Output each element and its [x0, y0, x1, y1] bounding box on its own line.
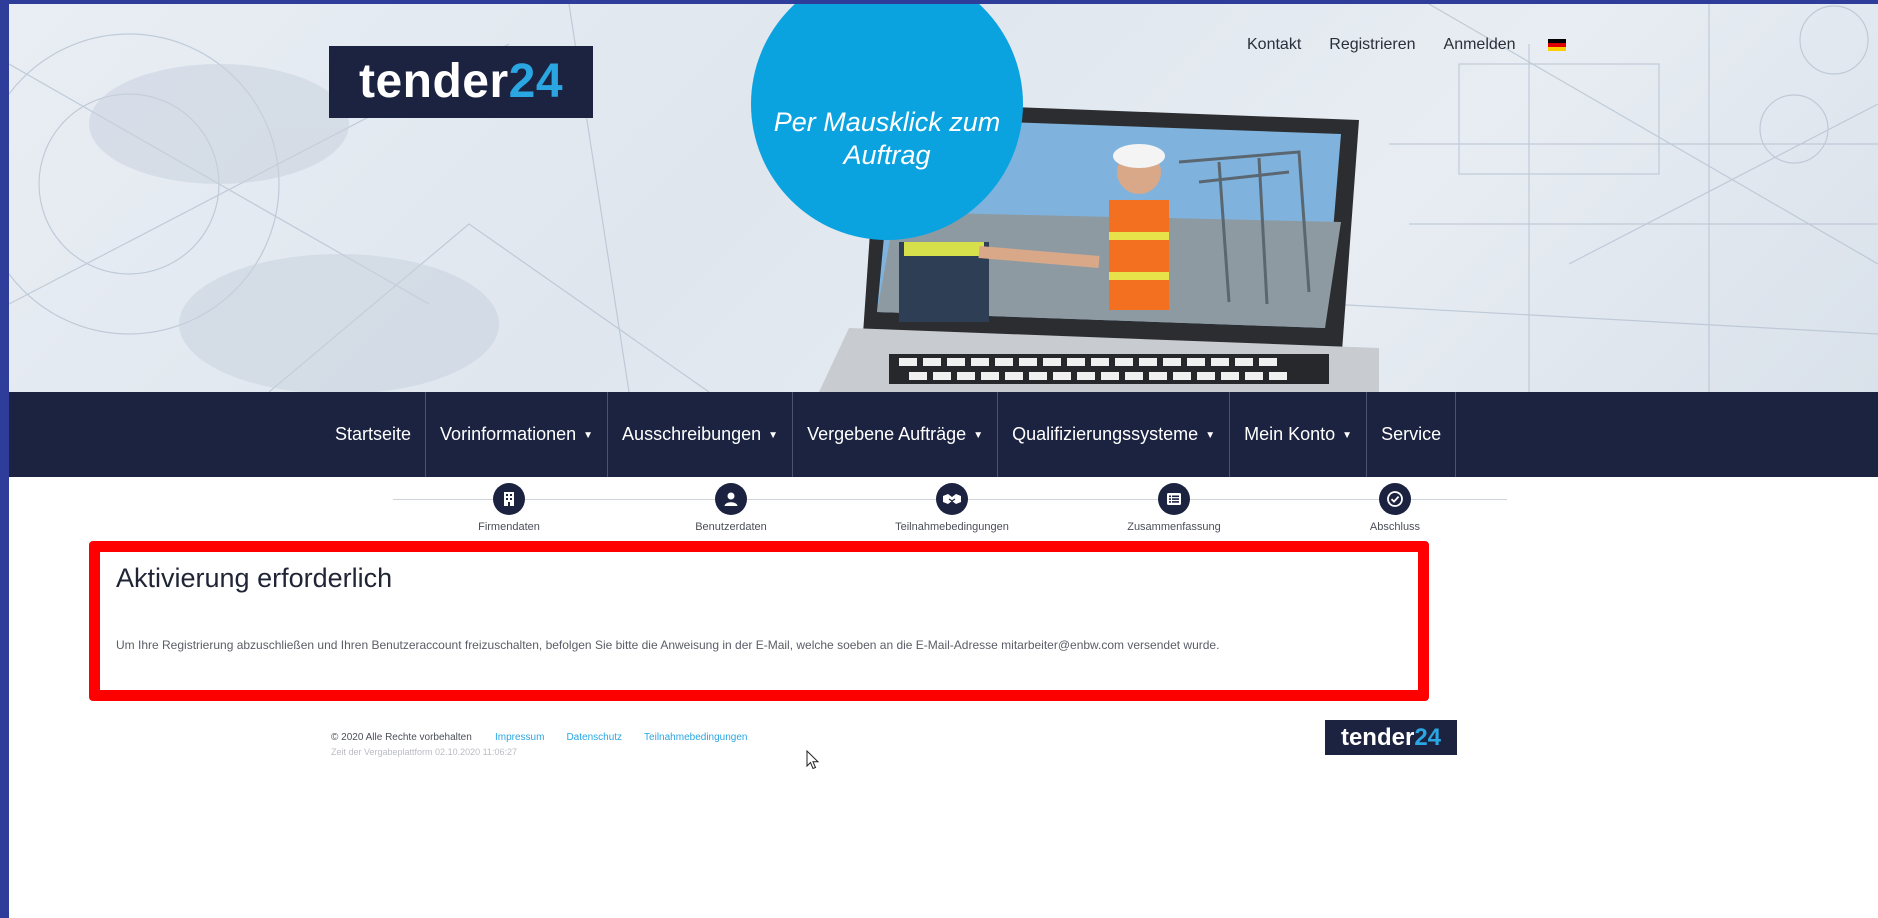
caret-down-icon: ▼: [768, 430, 779, 441]
building-icon: [493, 483, 525, 515]
step-abschluss: Abschluss: [1315, 483, 1475, 533]
activation-required-box: Aktivierung erforderlich Um Ihre Registr…: [89, 541, 1429, 701]
copyright-text: © 2020 Alle Rechte vorbehalten: [331, 732, 472, 743]
nav-startseite[interactable]: Startseite: [325, 392, 427, 477]
caret-down-icon: ▼: [973, 430, 984, 441]
caret-down-icon: ▼: [583, 430, 594, 441]
step-zusammenfassung: Zusammenfassung: [1094, 483, 1254, 533]
step-label: Zusammenfassung: [1127, 521, 1221, 533]
step-firmendaten: Firmendaten: [429, 483, 589, 533]
registration-progress: Firmendaten Benutzerdaten Teilnahmebedin…: [9, 477, 1878, 547]
mouse-cursor-icon: [806, 750, 820, 770]
handshake-icon: [936, 483, 968, 515]
registrieren-link[interactable]: Registrieren: [1329, 36, 1415, 54]
nav-ausschreibungen[interactable]: Ausschreibungen ▼: [608, 392, 794, 477]
nav-service[interactable]: Service: [1367, 392, 1457, 477]
kontakt-link[interactable]: Kontakt: [1247, 36, 1301, 54]
caret-down-icon: ▼: [1342, 430, 1353, 441]
footer: © 2020 Alle Rechte vorbehalten Impressum…: [331, 720, 1457, 768]
tender24-logo[interactable]: tender24: [329, 46, 593, 118]
activation-title: Aktivierung erforderlich: [116, 563, 393, 593]
footer-tender24-logo[interactable]: tender24: [1325, 720, 1457, 755]
user-icon: [715, 483, 747, 515]
step-label: Firmendaten: [478, 521, 540, 533]
list-icon: [1158, 483, 1190, 515]
footer-links: Impressum Datenschutz Teilnahmebedingung…: [495, 732, 747, 743]
platform-time: Zeit der Vergabeplattform 02.10.2020 11:…: [331, 747, 517, 757]
top-navigation: Kontakt Registrieren Anmelden: [1247, 36, 1566, 54]
step-benutzerdaten: Benutzerdaten: [651, 483, 811, 533]
slogan-text: Per Mausklick zum Auftrag: [773, 107, 1001, 170]
nav-vergebene-auftraege[interactable]: Vergebene Aufträge ▼: [793, 392, 999, 477]
activation-message: Um Ihre Registrierung abzuschließen und …: [116, 638, 1220, 652]
nav-qualifizierungssysteme[interactable]: Qualifizierungssysteme ▼: [998, 392, 1231, 477]
main-navigation: Startseite Vorinformationen ▼ Ausschreibu…: [9, 392, 1878, 477]
step-teilnahmebedingungen: Teilnahmebedingungen: [872, 483, 1032, 533]
nav-vorinformationen[interactable]: Vorinformationen ▼: [426, 392, 609, 477]
german-flag-icon[interactable]: [1547, 38, 1566, 52]
nav-mein-konto[interactable]: Mein Konto ▼: [1230, 392, 1368, 477]
caret-down-icon: ▼: [1205, 430, 1216, 441]
impressum-link[interactable]: Impressum: [495, 732, 544, 743]
check-circle-icon: [1379, 483, 1411, 515]
step-label: Benutzerdaten: [695, 521, 767, 533]
anmelden-link[interactable]: Anmelden: [1444, 36, 1516, 54]
datenschutz-link[interactable]: Datenschutz: [566, 732, 622, 743]
teilnahmebedingungen-link[interactable]: Teilnahmebedingungen: [644, 732, 747, 743]
hero-banner: tender24 Per Mausklick zum Auftrag Konta…: [9, 4, 1878, 392]
page: tender24 Per Mausklick zum Auftrag Konta…: [9, 4, 1878, 918]
step-label: Teilnahmebedingungen: [895, 521, 1009, 533]
step-label: Abschluss: [1369, 521, 1421, 533]
